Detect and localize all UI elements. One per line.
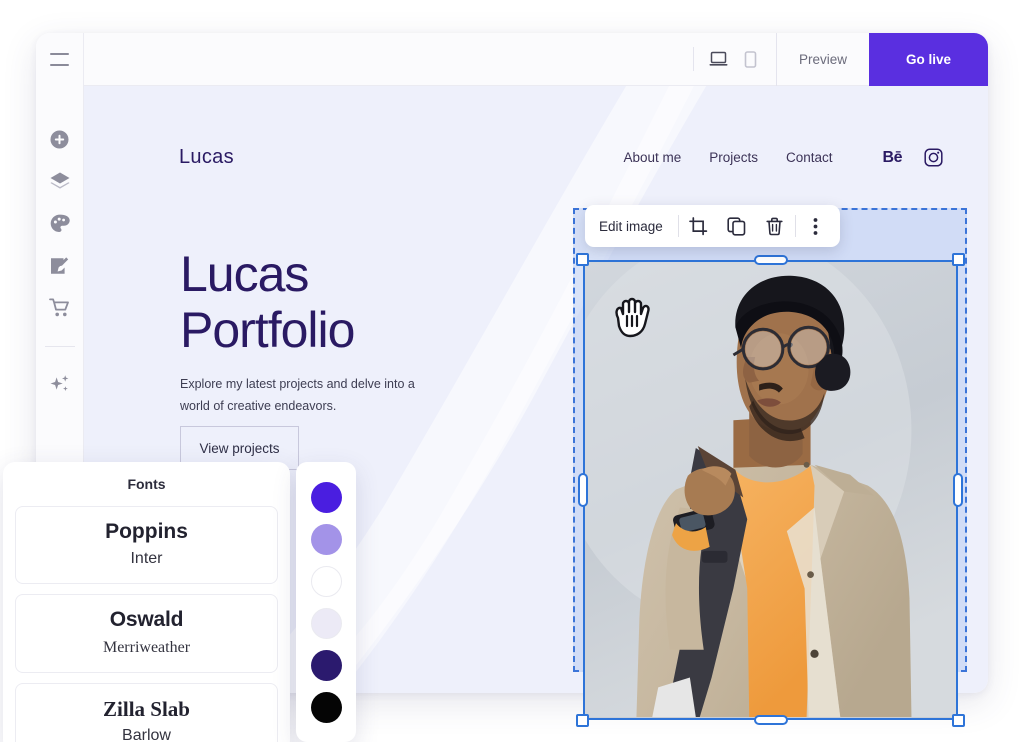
hero-title-line1: Lucas [180,246,309,302]
phone-icon [745,50,757,68]
resize-handle-bottom-right[interactable] [952,714,965,727]
resize-handle-bottom[interactable] [753,715,788,725]
font-pair-card[interactable]: Zilla Slab Barlow [15,682,278,742]
resize-handle-top[interactable] [753,255,788,265]
image-frame[interactable] [583,260,958,720]
font-secondary-name: Inter [130,550,163,568]
resize-handle-top-right[interactable] [952,253,965,266]
sidebar-item-ai-assist[interactable] [49,373,71,395]
sparkles-icon [50,375,68,391]
hero-title-line2: Portfolio [180,302,355,358]
edit-image-button[interactable]: Edit image [599,219,676,234]
desktop-view-button[interactable] [706,47,732,71]
crop-icon [689,216,708,235]
delete-button[interactable] [757,208,793,244]
swatch-white[interactable] [310,566,342,597]
sidebar-item-store[interactable] [48,296,71,318]
resize-handle-top-left[interactable] [576,253,589,266]
kebab-menu-icon [813,217,818,235]
grab-hand-cursor [615,297,650,338]
fonts-panel-title: Fonts [127,476,166,492]
monitor-icon [709,51,728,66]
plus-circle-icon [50,130,69,148]
menu-button[interactable] [36,33,84,86]
page-title[interactable]: Lucas Portfolio [180,246,355,358]
resize-handle-left[interactable] [578,473,588,507]
toolbar-divider-2 [794,215,796,237]
nav-social-group: Bē [883,148,943,167]
font-primary-name: Oswald [109,608,184,632]
font-pair-card[interactable]: Poppins Inter [15,506,278,585]
sidebar-item-add-element[interactable] [49,128,71,150]
swatch-pale-lavender[interactable] [310,608,342,639]
site-nav: About me Projects Contact Bē [623,148,943,167]
font-primary-name: Poppins [105,520,188,543]
site-logo[interactable]: Lucas [179,146,234,169]
go-live-button[interactable]: Go live [869,33,988,86]
go-live-label: Go live [905,51,951,67]
toolbar-divider [677,215,679,237]
device-toggle-group [692,47,776,71]
mobile-view-button[interactable] [738,47,764,71]
swatch-dark-indigo[interactable] [310,650,342,681]
instagram-icon[interactable] [924,148,943,167]
swatch-vivid-purple[interactable] [310,482,342,513]
layers-icon [49,172,70,189]
behance-icon[interactable]: Bē [883,149,903,167]
resize-handle-right[interactable] [953,473,963,507]
selected-image-container[interactable] [576,253,965,727]
screenshot-root: Preview Go live Lucas About me Projects … [0,0,1024,742]
preview-button[interactable]: Preview [775,33,869,86]
nav-link-about-me[interactable]: About me [623,150,681,165]
font-pair-card[interactable]: Oswald Merriweather [15,594,278,673]
swatch-black[interactable] [310,692,342,723]
copy-icon [727,216,746,236]
preview-label: Preview [798,51,847,67]
sidebar-item-theme[interactable] [49,212,71,234]
fonts-panel: Fonts Poppins Inter Oswald Merriweather … [3,462,290,742]
shopping-cart-icon [48,298,69,316]
hamburger-icon [50,52,69,66]
font-secondary-name: Barlow [122,727,171,742]
sidebar-item-edit[interactable] [49,254,71,276]
more-options-button[interactable] [798,208,834,244]
colors-panel [296,462,356,742]
sidebar-item-layers[interactable] [49,170,71,192]
trash-icon [766,217,783,235]
pen-square-icon [51,256,69,274]
nav-link-contact[interactable]: Contact [786,150,833,165]
editor-topbar: Preview Go live [36,33,988,86]
sidebar-divider [44,346,75,347]
swatch-light-purple[interactable] [310,524,342,555]
palette-icon [50,214,70,232]
crop-button[interactable] [681,208,717,244]
resize-handle-bottom-left[interactable] [576,714,589,727]
duplicate-button[interactable] [719,208,755,244]
edit-image-toolbar: Edit image [585,205,840,247]
font-secondary-name: Merriweather [102,638,191,656]
view-projects-label: View projects [199,440,280,456]
hero-subtitle[interactable]: Explore my latest projects and delve int… [180,374,430,418]
nav-link-projects[interactable]: Projects [709,150,758,165]
font-primary-name: Zilla Slab [103,696,190,721]
